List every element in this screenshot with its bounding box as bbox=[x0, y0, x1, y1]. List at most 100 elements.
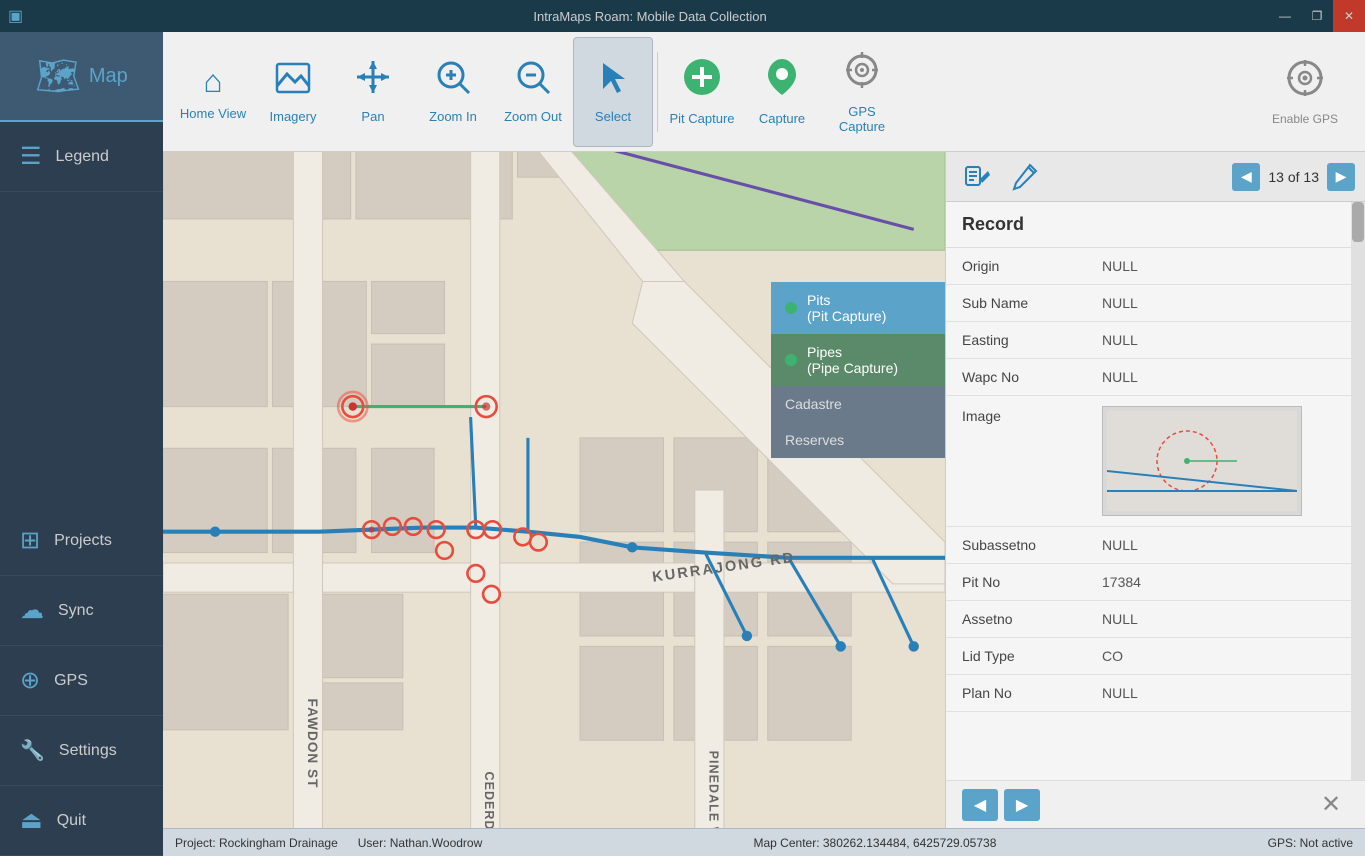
main-container: 🗺 Map ☰ Legend ⊞ Projects ☁ Sync ⊕ GPS 🔧… bbox=[0, 32, 1365, 856]
zoom-out-icon bbox=[515, 59, 551, 103]
gps-capture-button[interactable]: GPS Capture bbox=[822, 37, 902, 147]
status-project: Project: Rockingham Drainage bbox=[175, 836, 338, 850]
sidebar-gps-label: GPS bbox=[54, 672, 88, 690]
minimize-button[interactable]: — bbox=[1269, 0, 1301, 32]
map-svg: KURRAJONG RD FAWDON ST CEDERDALE WAY PIN… bbox=[163, 152, 945, 828]
field-value-wapc: NULL bbox=[1086, 359, 1365, 396]
sidebar-item-legend[interactable]: ☰ Legend bbox=[0, 122, 163, 192]
rp-bottom-nav-controls: ◀ ▶ bbox=[962, 789, 1040, 821]
zoom-out-label: Zoom Out bbox=[504, 109, 562, 124]
sidebar-legend-label: Legend bbox=[56, 148, 109, 166]
table-row-wapc: Wapc No NULL bbox=[946, 359, 1365, 396]
status-gps: GPS: Not active bbox=[1268, 836, 1353, 850]
scrollbar-track[interactable] bbox=[1351, 202, 1365, 780]
status-user: User: Nathan.Woodrow bbox=[358, 836, 483, 850]
sidebar: 🗺 Map ☰ Legend ⊞ Projects ☁ Sync ⊕ GPS 🔧… bbox=[0, 32, 163, 856]
field-value-subasset: NULL bbox=[1086, 527, 1365, 564]
zoom-in-label: Zoom In bbox=[429, 109, 477, 124]
sidebar-item-settings[interactable]: 🔧 Settings bbox=[0, 716, 163, 786]
field-value-easting: NULL bbox=[1086, 322, 1365, 359]
sidebar-item-sync[interactable]: ☁ Sync bbox=[0, 576, 163, 646]
capture-label: Capture bbox=[759, 111, 805, 126]
dropdown-pits[interactable]: Pits(Pit Capture) bbox=[771, 282, 945, 334]
field-value-image bbox=[1086, 396, 1365, 527]
close-button[interactable]: ✕ bbox=[1333, 0, 1365, 32]
sidebar-item-quit[interactable]: ⏏ Quit bbox=[0, 786, 163, 856]
rp-pencil-button[interactable] bbox=[1004, 158, 1044, 196]
rp-edit-button[interactable] bbox=[956, 158, 996, 196]
enable-gps-button[interactable]: Enable GPS bbox=[1255, 37, 1355, 147]
rp-nav: ◀ 13 of 13 ▶ bbox=[1232, 163, 1355, 191]
rp-nav-count: 13 of 13 bbox=[1268, 169, 1319, 185]
app-title: IntraMaps Roam: Mobile Data Collection bbox=[31, 9, 1269, 24]
field-label-subasset: Subassetno bbox=[946, 527, 1086, 564]
map-area[interactable]: KURRAJONG RD FAWDON ST CEDERDALE WAY PIN… bbox=[163, 152, 945, 828]
select-button[interactable]: Select bbox=[573, 37, 653, 147]
sidebar-settings-label: Settings bbox=[59, 742, 117, 760]
gps-capture-icon bbox=[844, 50, 880, 98]
record-panel[interactable]: Record Origin NULL Sub Name NULL bbox=[946, 202, 1365, 780]
rp-bottom-prev-button[interactable]: ◀ bbox=[962, 789, 998, 821]
rp-close-button[interactable]: ✕ bbox=[1313, 789, 1349, 821]
pipes-dot bbox=[785, 354, 797, 366]
dropdown-pipes[interactable]: Pipes(Pipe Capture) bbox=[771, 334, 945, 386]
pit-capture-icon bbox=[682, 57, 722, 105]
svg-text:CEDERDALE WAY: CEDERDALE WAY bbox=[482, 772, 496, 828]
rp-prev-button[interactable]: ◀ bbox=[1232, 163, 1260, 191]
field-value-lidtype: CO bbox=[1086, 638, 1365, 675]
pan-button[interactable]: Pan bbox=[333, 37, 413, 147]
right-panel: ◀ 13 of 13 ▶ Record Origi bbox=[945, 152, 1365, 828]
enable-gps-icon bbox=[1285, 58, 1325, 106]
rp-next-button[interactable]: ▶ bbox=[1327, 163, 1355, 191]
field-label-easting: Easting bbox=[946, 322, 1086, 359]
content-area: ⌂ Home View Imagery bbox=[163, 32, 1365, 856]
select-icon bbox=[595, 59, 631, 103]
toolbar-divider bbox=[657, 52, 658, 132]
pit-capture-button[interactable]: Pit Capture bbox=[662, 37, 742, 147]
rp-bottom-next-button[interactable]: ▶ bbox=[1004, 789, 1040, 821]
zoom-in-button[interactable]: Zoom In bbox=[413, 37, 493, 147]
dropdown-cadastre[interactable]: Cadastre bbox=[771, 386, 945, 422]
pits-dot bbox=[785, 302, 797, 314]
table-row-lidtype: Lid Type CO bbox=[946, 638, 1365, 675]
scrollbar-thumb[interactable] bbox=[1352, 202, 1364, 242]
window-controls: — ❐ ✕ bbox=[1269, 0, 1365, 32]
field-label-image: Image bbox=[946, 396, 1086, 527]
imagery-button[interactable]: Imagery bbox=[253, 37, 333, 147]
layer-dropdown-menu: Pits(Pit Capture) Pipes(Pipe Capture) Ca… bbox=[771, 282, 945, 458]
sidebar-quit-label: Quit bbox=[57, 812, 86, 830]
capture-button[interactable]: Capture bbox=[742, 37, 822, 147]
map-panel-row: KURRAJONG RD FAWDON ST CEDERDALE WAY PIN… bbox=[163, 152, 1365, 828]
map-label: Map bbox=[89, 65, 128, 88]
field-value-origin: NULL bbox=[1086, 248, 1365, 285]
home-view-label: Home View bbox=[180, 106, 246, 121]
sidebar-item-projects[interactable]: ⊞ Projects bbox=[0, 506, 163, 576]
sidebar-item-map[interactable]: 🗺 Map bbox=[0, 32, 163, 122]
svg-text:FAWDON ST: FAWDON ST bbox=[305, 699, 320, 789]
field-value-assetno: NULL bbox=[1086, 601, 1365, 638]
svg-text:PINEDALE WAY: PINEDALE WAY bbox=[706, 751, 720, 828]
rp-toolbar: ◀ 13 of 13 ▶ bbox=[946, 152, 1365, 202]
field-label-pitno: Pit No bbox=[946, 564, 1086, 601]
table-row-subname: Sub Name NULL bbox=[946, 285, 1365, 322]
gps-icon: ⊕ bbox=[20, 666, 40, 695]
restore-button[interactable]: ❐ bbox=[1301, 0, 1333, 32]
table-row-assetno: Assetno NULL bbox=[946, 601, 1365, 638]
table-row-pitno: Pit No 17384 bbox=[946, 564, 1365, 601]
imagery-icon bbox=[275, 60, 311, 103]
titlebar: ▣ IntraMaps Roam: Mobile Data Collection… bbox=[0, 0, 1365, 32]
record-title: Record bbox=[946, 202, 1365, 248]
field-value-planno: NULL bbox=[1086, 675, 1365, 712]
zoom-out-button[interactable]: Zoom Out bbox=[493, 37, 573, 147]
dropdown-reserves[interactable]: Reserves bbox=[771, 422, 945, 458]
table-row-image: Image bbox=[946, 396, 1365, 527]
sidebar-projects-label: Projects bbox=[54, 532, 112, 550]
field-label-wapc: Wapc No bbox=[946, 359, 1086, 396]
sidebar-sync-label: Sync bbox=[58, 602, 94, 620]
table-row-planno: Plan No NULL bbox=[946, 675, 1365, 712]
sidebar-item-gps[interactable]: ⊕ GPS bbox=[0, 646, 163, 716]
home-view-button[interactable]: ⌂ Home View bbox=[173, 37, 253, 147]
field-label-planno: Plan No bbox=[946, 675, 1086, 712]
field-value-subname: NULL bbox=[1086, 285, 1365, 322]
map-icon: 🗺 bbox=[35, 55, 81, 97]
